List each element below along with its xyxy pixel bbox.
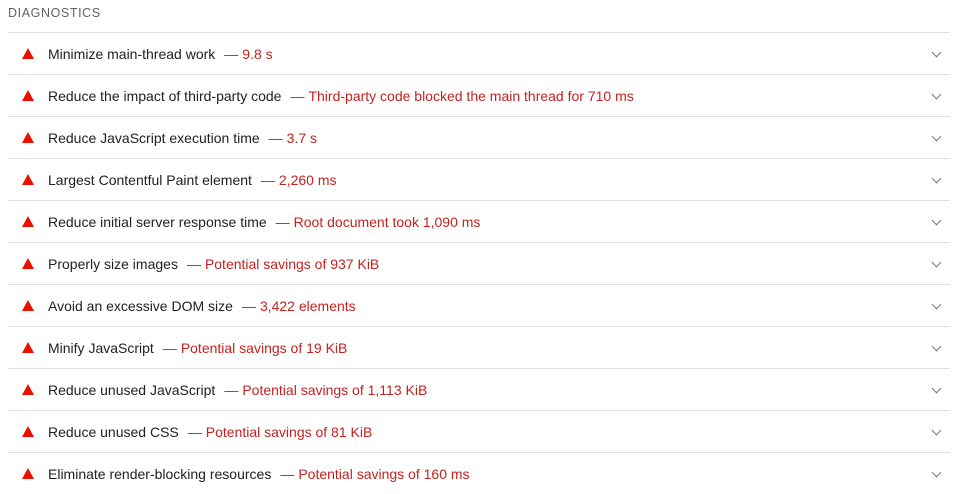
warning-triangle-icon: [22, 342, 34, 353]
audit-separator: —: [280, 466, 295, 482]
audit-row-render-blocking[interactable]: Eliminate render-blocking resources — Pote…: [8, 452, 950, 494]
audit-title: Largest Contentful Paint element: [48, 172, 252, 188]
audit-row-server-response-time[interactable]: Reduce initial server response time — Root…: [8, 200, 950, 242]
audit-separator: —: [260, 172, 275, 188]
warning-triangle-icon: [22, 300, 34, 311]
audit-separator: —: [224, 46, 239, 62]
audit-separator: —: [186, 256, 201, 272]
audit-title: Reduce JavaScript execution time: [48, 130, 260, 146]
audit-row-third-party-code[interactable]: Reduce the impact of third-party code — Th…: [8, 74, 950, 116]
warning-triangle-icon: [22, 426, 34, 437]
audit-title: Reduce initial server response time: [48, 214, 267, 230]
warning-triangle-icon: [22, 174, 34, 185]
audit-title: Avoid an excessive DOM size: [48, 298, 233, 314]
chevron-down-icon[interactable]: [931, 131, 942, 142]
warning-triangle-icon: [22, 132, 34, 143]
audit-title: Reduce the impact of third-party code: [48, 88, 282, 104]
audit-row-unused-css[interactable]: Reduce unused CSS — Potential savings of 8…: [8, 410, 950, 452]
audit-separator: —: [162, 340, 177, 356]
chevron-down-icon[interactable]: [931, 425, 942, 436]
audit-title: Properly size images: [48, 256, 178, 272]
audit-row-minify-js[interactable]: Minify JavaScript — Potential savings of 1…: [8, 326, 950, 368]
audit-separator: —: [290, 88, 305, 104]
warning-triangle-icon: [22, 48, 34, 59]
audit-display-value: 2,260 ms: [278, 172, 337, 188]
diagnostics-audit-list: Minimize main-thread work —9.8 s Reduce t…: [8, 32, 950, 494]
audit-row-lcp-element[interactable]: Largest Contentful Paint element —2,260 m…: [8, 158, 950, 200]
audit-title: Eliminate render-blocking resources: [48, 466, 272, 482]
audit-title: Reduce unused JavaScript: [48, 382, 216, 398]
audit-separator: —: [241, 298, 256, 314]
chevron-down-icon[interactable]: [931, 257, 942, 268]
warning-triangle-icon: [22, 384, 34, 395]
audit-title: Minimize main-thread work: [48, 46, 216, 62]
chevron-down-icon[interactable]: [931, 89, 942, 100]
audit-display-value: Third-party code blocked the main thread…: [308, 88, 634, 104]
chevron-down-icon[interactable]: [931, 215, 942, 226]
chevron-down-icon[interactable]: [931, 47, 942, 58]
warning-triangle-icon: [22, 216, 34, 227]
audit-display-value: Potential savings of 1,113 KiB: [242, 382, 428, 398]
chevron-down-icon[interactable]: [931, 383, 942, 394]
audit-row-dom-size[interactable]: Avoid an excessive DOM size —3,422 elemen…: [8, 284, 950, 326]
audit-separator: —: [268, 130, 283, 146]
chevron-down-icon[interactable]: [931, 467, 942, 478]
audit-display-value: Potential savings of 81 KiB: [205, 424, 373, 440]
warning-triangle-icon: [22, 258, 34, 269]
audit-row-main-thread-work[interactable]: Minimize main-thread work —9.8 s: [8, 32, 950, 74]
warning-triangle-icon: [22, 468, 34, 479]
audit-display-value: Root document took 1,090 ms: [293, 214, 481, 230]
audit-display-value: Potential savings of 19 KiB: [180, 340, 348, 356]
audit-display-value: 9.8 s: [242, 46, 273, 62]
audit-display-value: 3.7 s: [286, 130, 318, 146]
warning-triangle-icon: [22, 90, 34, 101]
chevron-down-icon[interactable]: [931, 341, 942, 352]
audit-display-value: Potential savings of 160 ms: [298, 466, 470, 482]
chevron-down-icon[interactable]: [931, 299, 942, 310]
audit-row-js-execution-time[interactable]: Reduce JavaScript execution time —3.7 s: [8, 116, 950, 158]
audit-display-value: 3,422 elements: [259, 298, 356, 314]
audit-title: Reduce unused CSS: [48, 424, 179, 440]
audit-row-size-images[interactable]: Properly size images — Potential savings o…: [8, 242, 950, 284]
audit-separator: —: [187, 424, 202, 440]
audit-separator: —: [275, 214, 290, 230]
audit-title: Minify JavaScript: [48, 340, 154, 356]
audit-separator: —: [224, 382, 239, 398]
audit-display-value: Potential savings of 937 KiB: [204, 256, 380, 272]
chevron-down-icon[interactable]: [931, 173, 942, 184]
audit-row-unused-js[interactable]: Reduce unused JavaScript — Potential savin…: [8, 368, 950, 410]
diagnostics-section-title: DIAGNOSTICS: [8, 6, 101, 20]
